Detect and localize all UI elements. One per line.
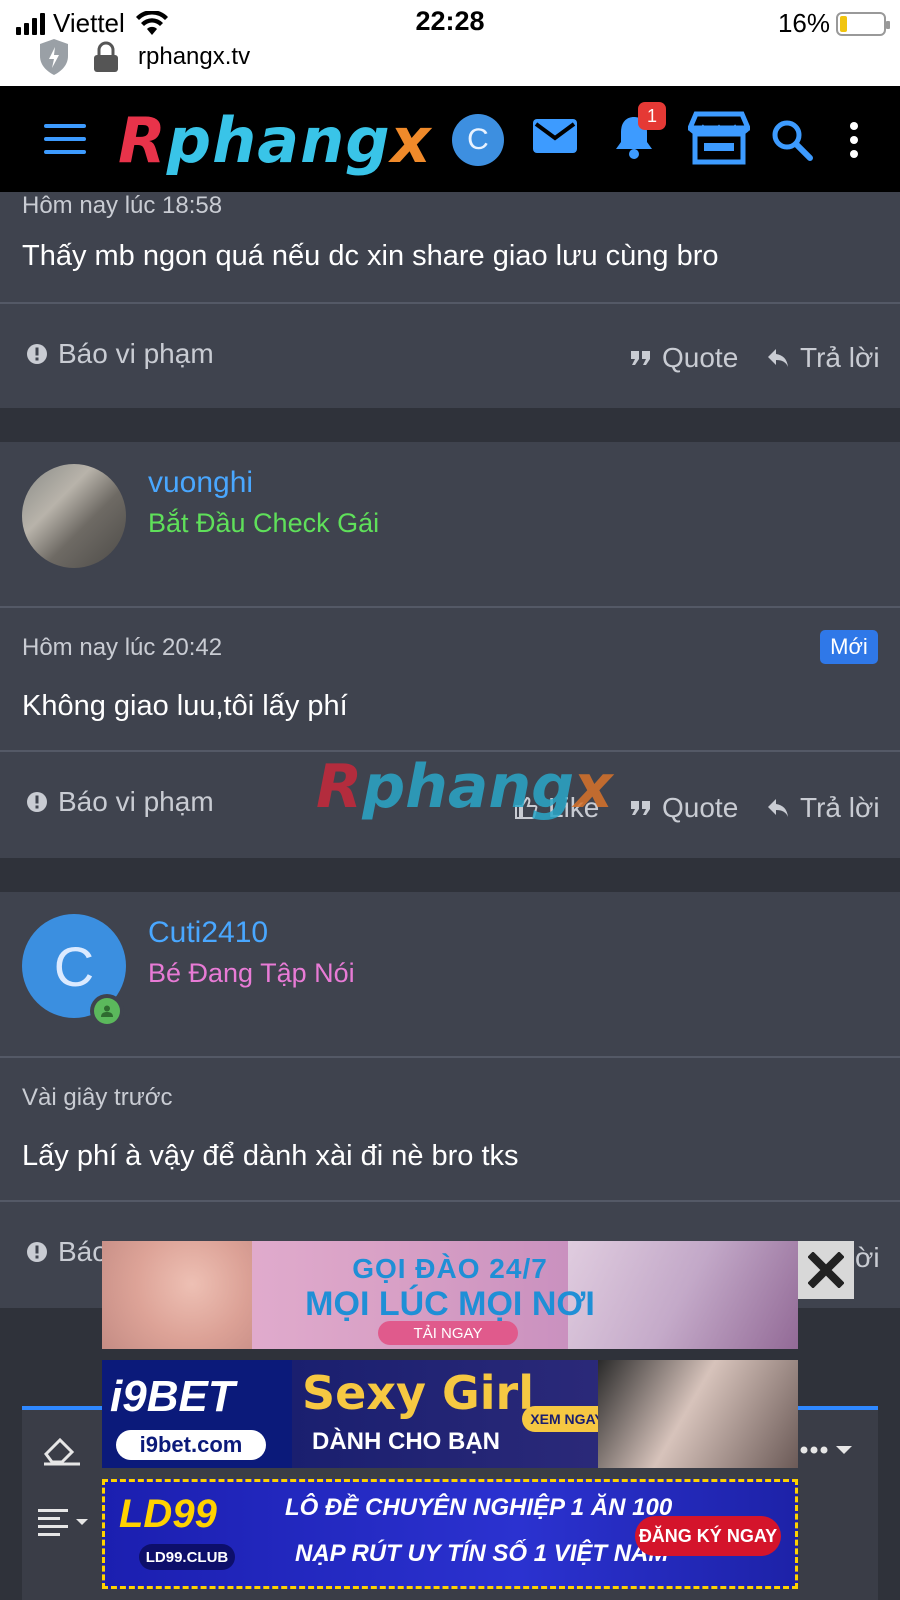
site-logo[interactable]: Rphangx [118, 104, 432, 177]
ad-banner-2[interactable]: i9BET i9bet.com Sexy Girl DÀNH CHO BẠN X… [102, 1360, 798, 1468]
quote-icon [631, 801, 650, 815]
user-title: Bắt Đầu Check Gái [148, 508, 380, 538]
ad-cta-button[interactable]: TẢI NGAY [378, 1321, 518, 1345]
ad-subheadline: DÀNH CHO BẠN [312, 1428, 500, 1455]
notification-badge: 1 [638, 102, 666, 130]
ad-headline: LÔ ĐỀ CHUYÊN NGHIỆP 1 ĂN 100 [285, 1494, 673, 1521]
divider [0, 302, 900, 304]
post-message: Không giao luu,tôi lấy phí [22, 690, 348, 722]
post-message: Lấy phí à vậy để dành xài đi nè bro tks [22, 1140, 519, 1172]
top-navbar: Rphangx C [0, 86, 900, 192]
avatar[interactable] [22, 464, 126, 568]
quote-icon [631, 351, 650, 365]
align-icon[interactable] [36, 1506, 94, 1538]
alert-icon [27, 792, 47, 812]
ad-brand: LD99 [119, 1492, 217, 1536]
post-time: Vài giây trước [22, 1084, 173, 1111]
alert-icon [27, 344, 47, 364]
report-button[interactable]: Báo vi phạm [26, 786, 214, 818]
reply-icon [768, 799, 788, 817]
reply-button[interactable]: Trả lời [766, 342, 880, 374]
ad-site: LD99.CLUB [139, 1544, 235, 1570]
post-time: Hôm nay lúc 18:58 [22, 192, 223, 219]
status-bar: Viettel 22:28 16% rphangx.tv [0, 0, 900, 86]
divider [0, 1056, 900, 1058]
reply-button[interactable]: Trả lời [766, 792, 880, 824]
post-1: Hôm nay lúc 18:58 Thấy mb ngon quá nếu d… [0, 192, 900, 408]
ad-photo [598, 1360, 798, 1468]
ad-site: i9bet.com [116, 1430, 266, 1460]
report-button[interactable]: Báo vi phạm [26, 338, 214, 370]
status-right: 16% [777, 8, 890, 39]
divider [0, 1200, 900, 1202]
address-bar[interactable]: rphangx.tv [38, 38, 250, 76]
reply-icon [768, 349, 788, 367]
more-options-icon[interactable] [798, 1440, 858, 1460]
username[interactable]: Cuti2410 [148, 916, 268, 950]
mail-icon[interactable] [532, 118, 578, 154]
ad-headline: Sexy Girl [302, 1366, 534, 1420]
eraser-icon[interactable] [42, 1432, 82, 1466]
shield-icon [40, 39, 68, 75]
ad-headline: GỌI ĐÀO 24/7 [352, 1253, 548, 1284]
watermark-logo: Rphangx [316, 752, 613, 822]
post-message: Thấy mb ngon quá nếu dc xin share giao l… [22, 240, 719, 272]
user-avatar[interactable]: C [452, 114, 504, 166]
ad-subheadline: MỌI LÚC MỌI NƠI [305, 1285, 595, 1323]
ad-subheadline: NẠP RÚT UY TÍN SỐ 1 VIỆT NAM [295, 1540, 669, 1567]
quote-button[interactable]: Quote [630, 342, 738, 374]
store-icon[interactable] [688, 110, 750, 166]
search-icon[interactable] [770, 118, 814, 162]
more-vertical-icon[interactable] [848, 120, 860, 160]
ad-cta-button[interactable]: ĐĂNG KÝ NGAY [635, 1516, 781, 1556]
post-time: Hôm nay lúc 20:42 [22, 634, 223, 661]
report-button[interactable]: Báo [26, 1236, 108, 1268]
lock-icon [94, 41, 118, 72]
username[interactable]: vuonghi [148, 466, 253, 500]
menu-icon[interactable] [44, 124, 86, 154]
ad-banner-1[interactable]: GỌI ĐÀO 24/7 MỌI LÚC MỌI NƠI TẢI NGAY [102, 1241, 798, 1349]
online-status-icon [90, 994, 124, 1028]
close-ad-button[interactable] [798, 1241, 854, 1299]
user-title: Bé Đang Tập Nói [148, 958, 355, 988]
battery-icon [836, 11, 890, 36]
ad-brand: i9BET [110, 1372, 235, 1421]
battery-percent: 16% [777, 8, 830, 38]
alert-icon [27, 1242, 47, 1262]
close-icon [808, 1252, 844, 1288]
ad-banner-3[interactable]: LD99 LD99.CLUB LÔ ĐỀ CHUYÊN NGHIỆP 1 ĂN … [102, 1479, 798, 1589]
new-badge: Mới [820, 630, 878, 664]
clock: 22:28 [415, 6, 485, 36]
quote-button[interactable]: Quote [630, 792, 738, 824]
url-text: rphangx.tv [138, 43, 251, 70]
divider [0, 606, 900, 608]
